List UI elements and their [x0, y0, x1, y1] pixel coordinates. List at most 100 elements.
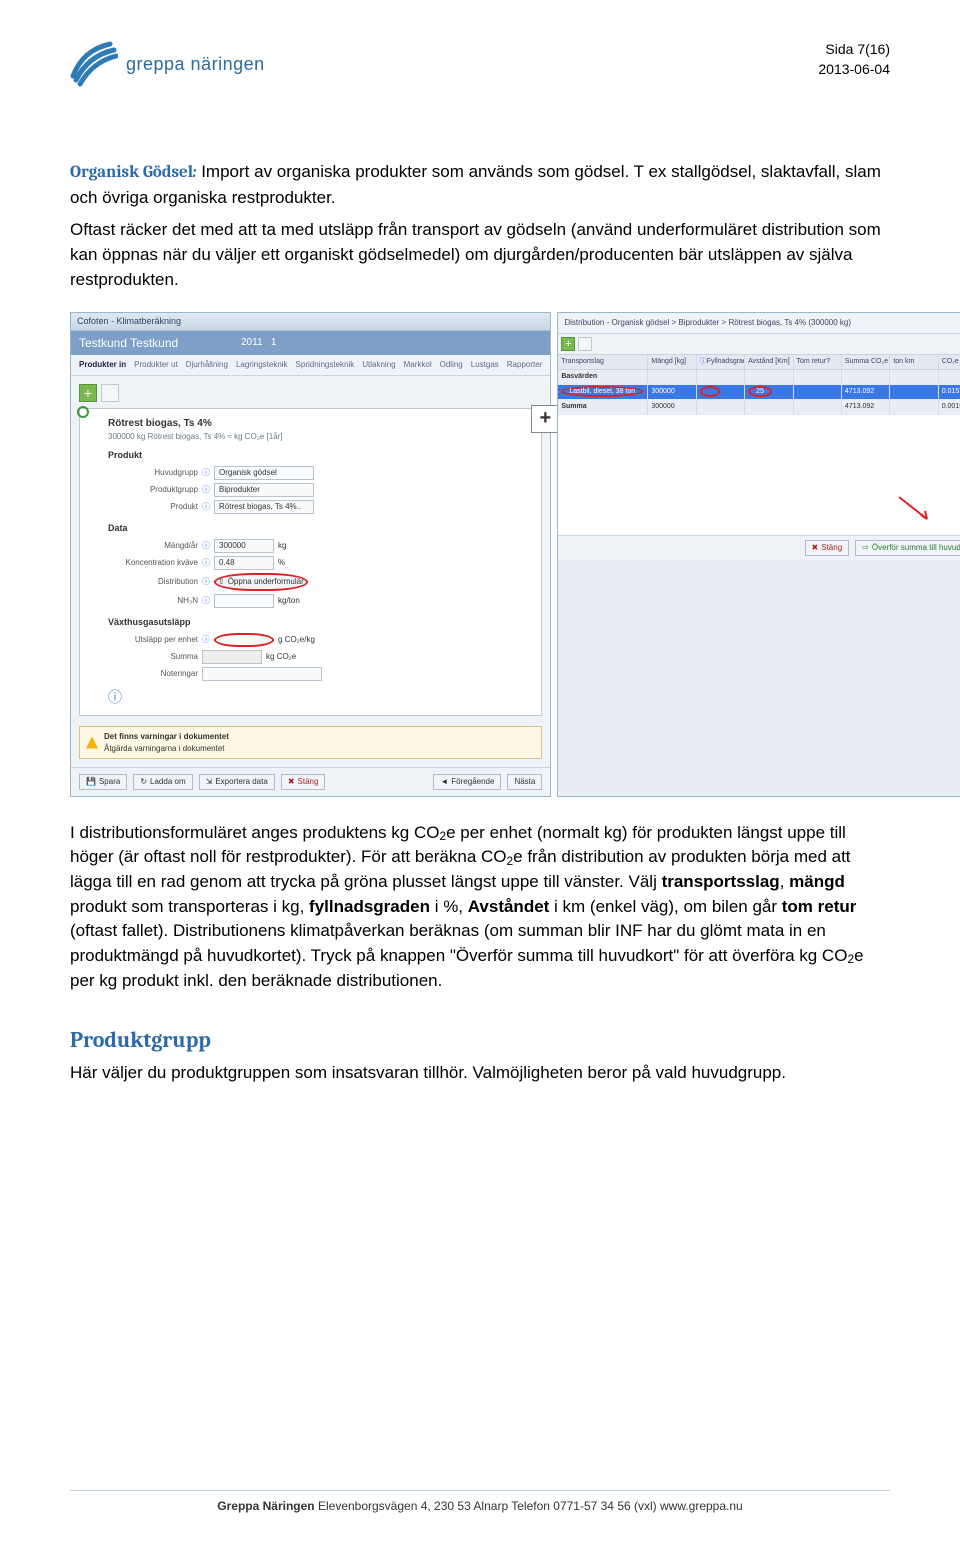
tab-produkter-in[interactable]: Produkter in — [79, 359, 126, 371]
konc-input[interactable]: 0.48 — [214, 556, 274, 570]
open-subform-button[interactable]: ⇧ Öppna underformulär — [214, 573, 308, 591]
group-vhu-label: Växthusgasutsläpp — [108, 616, 531, 629]
tab-djurhallning[interactable]: Djurhållning — [186, 359, 228, 371]
disk-icon: 💾 — [86, 776, 96, 788]
chevron-left-icon: ◄ — [440, 776, 448, 788]
tab-odling[interactable]: Odling — [440, 359, 463, 371]
info-icon[interactable]: ⓘ — [202, 501, 210, 513]
huvudgrupp-dropdown[interactable]: Organisk gödsel — [214, 466, 314, 480]
tab-markkol[interactable]: Markkol — [404, 359, 432, 371]
info-icon[interactable]: ⓘ — [202, 467, 210, 479]
info-icon-large[interactable]: ⓘ — [108, 687, 531, 707]
plus-annotation: + — [531, 405, 559, 433]
mangd-input[interactable]: 300000 — [214, 539, 274, 553]
mangd-label: Mängd/år — [108, 540, 198, 552]
col-tonkm: ton km — [890, 355, 938, 369]
produktgrupp-dropdown[interactable]: Biprodukter — [214, 483, 314, 497]
save-button[interactable]: 💾Spara — [79, 774, 127, 790]
close-icon: ✖ — [288, 776, 295, 788]
section-title-organisk: Organisk Gödsel: — [70, 163, 196, 182]
nh3-label: NH₃N — [108, 595, 198, 607]
reload-button[interactable]: ↻Ladda om — [133, 774, 192, 790]
product-subtitle: 300000 kg Rötrest biogas, Ts 4% ≈ kg CO₂… — [108, 431, 531, 443]
product-box: + Rötrest biogas, Ts 4% 300000 kg Rötres… — [79, 408, 542, 716]
next-button[interactable]: Nästa — [507, 774, 542, 790]
summa-mangd: 300000 — [648, 400, 696, 414]
page-footer: Greppa Näringen Elevenborgsvägen 4, 230 … — [70, 1490, 890, 1513]
col-tomretur: Tom retur? — [794, 355, 842, 369]
nh3-unit: kg/ton — [278, 595, 300, 607]
cell-mangd[interactable]: 300000 — [648, 385, 696, 399]
section-para: Oftast räcker det med att ta med utsläpp… — [70, 218, 890, 292]
recycle-icon — [76, 405, 90, 419]
info-icon[interactable]: ⓘ — [202, 540, 210, 552]
cell-tomretur[interactable] — [794, 385, 842, 399]
add-row-button[interactable]: + — [79, 384, 97, 402]
tab-utlakning[interactable]: Utlakning — [362, 359, 395, 371]
produktgrupp-label: Produktgrupp — [108, 484, 198, 496]
group-data-label: Data — [108, 522, 531, 535]
dialog-footer: ✖Stäng ⇨Överför summa till huvudkort — [558, 535, 960, 560]
prev-button[interactable]: ◄Föregående — [433, 774, 501, 790]
info-icon[interactable]: ⓘ — [202, 595, 210, 607]
year: 2011 1 — [241, 336, 276, 351]
footer-org: Greppa Näringen — [217, 1499, 314, 1513]
remove-row-button[interactable] — [101, 384, 119, 402]
produktgrupp-body: Här väljer du produktgruppen som insatsv… — [70, 1061, 890, 1086]
grid-row-summa: Summa 300000 4713.092 0.001578784 — [558, 400, 960, 415]
grid-remove-button[interactable] — [578, 337, 592, 351]
info-icon[interactable]: ⓘ — [202, 557, 210, 569]
produkt-dropdown[interactable]: Rötrest biogas, Ts 4%.. — [214, 500, 314, 514]
arrow-icon: ⇧ — [218, 576, 225, 588]
tab-spridning[interactable]: Spridningsteknik — [296, 359, 355, 371]
col-mangd: Mängd [kg] — [648, 355, 696, 369]
app-window-right: Distribution - Organisk gödsel > Biprodu… — [557, 312, 960, 797]
cell-summa: 4713.092 — [842, 385, 890, 399]
tab-rapporter[interactable]: Rapporter — [507, 359, 543, 371]
distribution-explanation: I distributionsformuläret anges produkte… — [70, 821, 890, 993]
close-icon: ✖ — [812, 542, 819, 554]
export-icon: ⇲ — [206, 776, 213, 788]
cell-avstand[interactable]: 25 — [748, 386, 772, 397]
konc-unit: % — [278, 557, 285, 569]
transfer-button[interactable]: ⇨Överför summa till huvudkort — [855, 540, 960, 556]
logo-text: greppa näringen — [126, 54, 265, 75]
summa-row-label: Summa — [558, 400, 648, 414]
tab-lustgas[interactable]: Lustgas — [471, 359, 499, 371]
info-icon[interactable]: ⓘ — [202, 634, 210, 646]
tab-lagring[interactable]: Lagringsteknik — [236, 359, 288, 371]
customer-name: Testkund Testkund — [79, 335, 178, 352]
produkt-label: Produkt — [108, 501, 198, 513]
noteringar-input[interactable] — [202, 667, 322, 681]
screenshots-row: Cofoten - Klimatberäkning Testkund Testk… — [70, 312, 890, 797]
konc-label: Koncentration kväve — [108, 557, 198, 569]
grid-spacer — [558, 415, 960, 535]
export-button[interactable]: ⇲Exportera data — [199, 774, 275, 790]
dialog-close-button[interactable]: ✖Stäng — [805, 540, 850, 556]
info-icon[interactable]: ⓘ — [700, 358, 707, 365]
info-icon[interactable]: ⓘ — [202, 484, 210, 496]
utsl-label: Utsläpp per enhet — [108, 634, 198, 646]
tab-produkter-ut[interactable]: Produkter ut — [134, 359, 178, 371]
utsl-input[interactable] — [214, 633, 274, 647]
warning-bar: Det finns varningar i dokumentet Åtgärda… — [79, 726, 542, 759]
grid-row-selected[interactable]: Lastbil, diesel, 38 ton 300000 25 4713.0… — [558, 385, 960, 400]
basvarden-label: Basvärden — [558, 370, 648, 384]
summa-input — [202, 650, 262, 664]
heading-produktgrupp: Produktgrupp — [70, 1025, 890, 1057]
huvudgrupp-label: Huvudgrupp — [108, 467, 198, 479]
warning-sub: Åtgärda varningarna i dokumentet — [104, 743, 229, 755]
col-fyllnad: ⓘFyllnadsgrad [%] — [697, 355, 745, 369]
col-summa: Summa CO₂e [kg] — [842, 355, 890, 369]
summa-summa: 4713.092 — [842, 400, 890, 414]
section-intro: Organisk Gödsel: Import av organiska pro… — [70, 160, 890, 210]
close-button[interactable]: ✖Stäng — [281, 774, 326, 790]
grid-add-button[interactable]: + — [561, 337, 575, 351]
footer-contact: Elevenborgsvägen 4, 230 53 Alnarp Telefo… — [315, 1499, 743, 1513]
cell-fyllnad[interactable] — [700, 386, 720, 397]
info-icon[interactable]: ⓘ — [202, 576, 210, 588]
cell-transportslag[interactable]: Lastbil, diesel, 38 ton — [561, 386, 643, 397]
product-name: Rötrest biogas, Ts 4% — [108, 417, 531, 432]
nh3-input[interactable] — [214, 594, 274, 608]
summa-label: Summa — [108, 651, 198, 663]
